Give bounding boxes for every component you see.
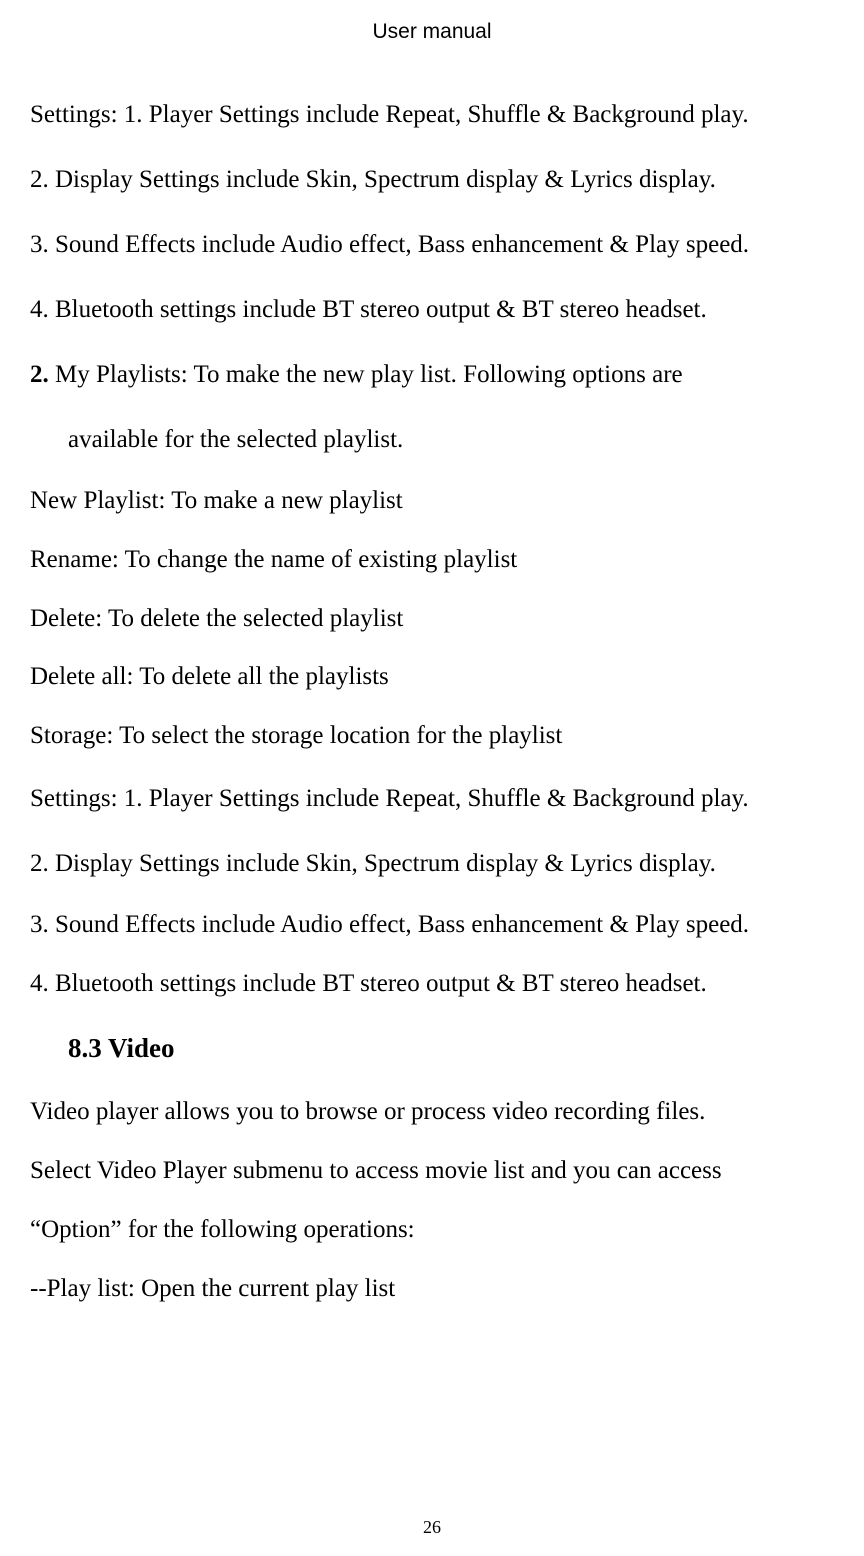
paragraph-storage: Storage: To select the storage location … <box>30 707 834 766</box>
paragraph-settings-2: Settings: 1. Player Settings include Rep… <box>30 766 834 831</box>
paragraph-video-submenu: Select Video Player submenu to access mo… <box>30 1142 834 1201</box>
my-playlists-text: My Playlists: To make the new play list.… <box>49 361 683 388</box>
list-number-2: 2. <box>30 361 49 388</box>
section-heading-video: 8.3 Video <box>30 1013 834 1083</box>
page-number: 26 <box>0 1517 864 1538</box>
paragraph-display-settings-2: 2. Display Settings include Skin, Spectr… <box>30 831 834 896</box>
paragraph-bluetooth-settings-2: 4. Bluetooth settings include BT stereo … <box>30 955 834 1014</box>
paragraph-rename: Rename: To change the name of existing p… <box>30 531 834 590</box>
paragraph-delete: Delete: To delete the selected playlist <box>30 590 834 649</box>
paragraph-delete-all: Delete all: To delete all the playlists <box>30 648 834 707</box>
paragraph-option-operations: “Option” for the following operations: <box>30 1201 834 1260</box>
paragraph-video-intro: Video player allows you to browse or pro… <box>30 1083 834 1142</box>
paragraph-display-settings: 2. Display Settings include Skin, Spectr… <box>30 147 834 212</box>
paragraph-my-playlists-line2: available for the selected playlist. <box>30 407 834 472</box>
paragraph-play-list: --Play list: Open the current play list <box>30 1260 834 1319</box>
paragraph-my-playlists-line1: 2. My Playlists: To make the new play li… <box>30 342 834 407</box>
paragraph-sound-effects: 3. Sound Effects include Audio effect, B… <box>30 212 834 277</box>
document-body: Settings: 1. Player Settings include Rep… <box>30 82 834 1318</box>
paragraph-new-playlist: New Playlist: To make a new playlist <box>30 472 834 531</box>
page-header: User manual <box>30 20 834 44</box>
paragraph-bluetooth-settings: 4. Bluetooth settings include BT stereo … <box>30 277 834 342</box>
paragraph-sound-effects-2: 3. Sound Effects include Audio effect, B… <box>30 896 834 955</box>
paragraph-settings-1: Settings: 1. Player Settings include Rep… <box>30 82 834 147</box>
